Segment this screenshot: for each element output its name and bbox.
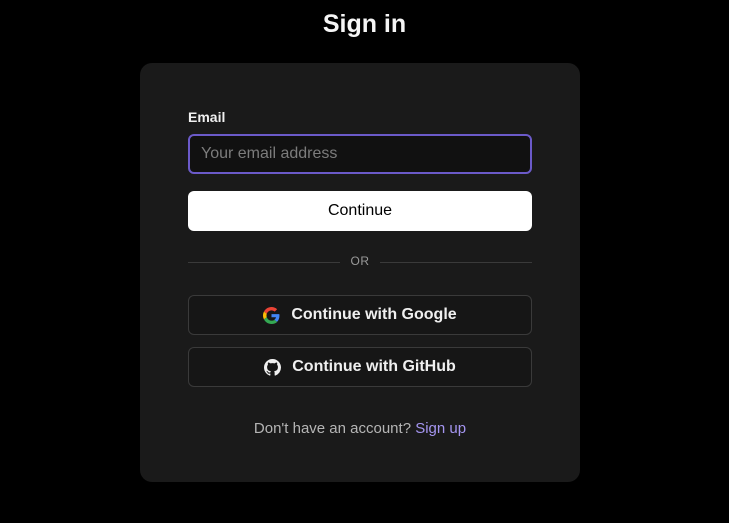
google-icon <box>263 306 280 324</box>
page-title: Sign in <box>322 10 407 38</box>
divider-text: OR <box>350 254 370 268</box>
continue-with-google-button[interactable]: Continue with Google <box>188 295 532 335</box>
google-button-label: Continue with Google <box>291 306 457 323</box>
github-button-label: Continue with GitHub <box>292 358 456 375</box>
github-icon <box>264 358 282 376</box>
divider-line-right <box>380 262 532 263</box>
email-input[interactable] <box>188 134 532 174</box>
continue-button[interactable]: Continue <box>188 191 532 231</box>
signup-prompt-text: Don't have an account? <box>253 420 412 437</box>
continue-with-github-button[interactable]: Continue with GitHub <box>188 347 532 387</box>
email-label: Email <box>188 109 226 125</box>
sign-in-card: Email Continue OR Continue with Google C… <box>140 63 580 482</box>
or-divider: OR <box>188 253 532 271</box>
signup-prompt: Don't have an account? Sign up <box>140 420 580 437</box>
sign-up-link[interactable]: Sign up <box>415 420 466 437</box>
